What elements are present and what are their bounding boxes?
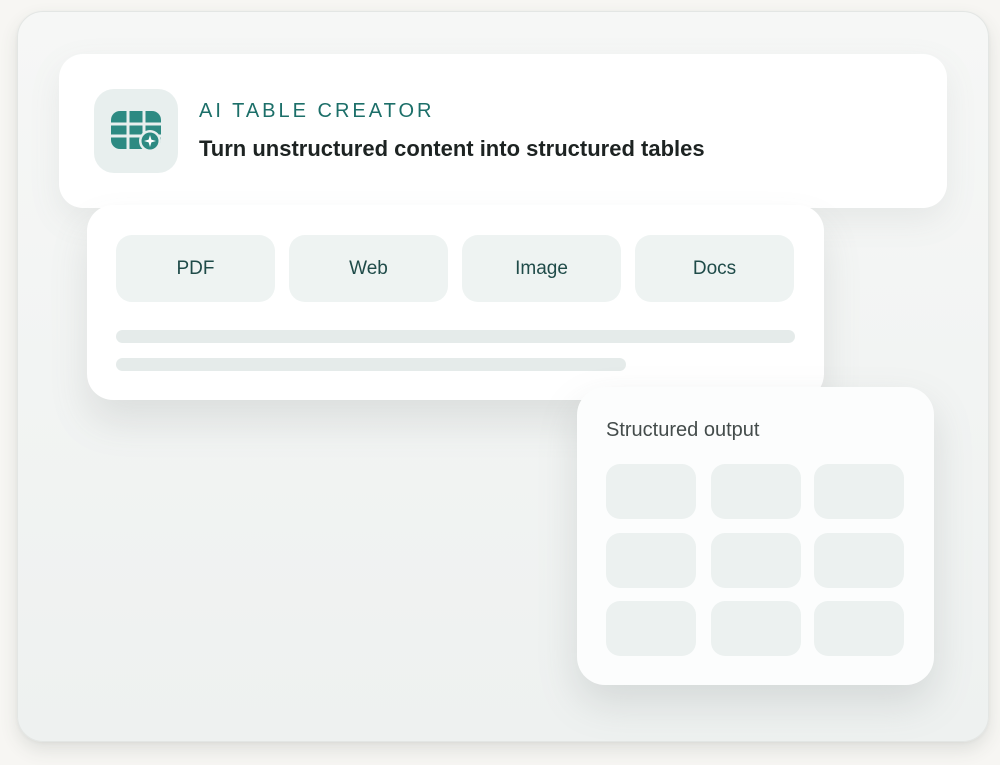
source-docs-button[interactable]: Docs: [635, 235, 794, 302]
output-table-cell: [606, 601, 696, 656]
source-pdf-button[interactable]: PDF: [116, 235, 275, 302]
content-placeholder-line: [116, 358, 626, 371]
output-table-cell: [606, 533, 696, 588]
source-card: PDF Web Image Docs: [87, 205, 824, 400]
output-table-cell: [814, 464, 904, 519]
structured-output-card: Structured output: [577, 387, 934, 685]
output-table-cell: [711, 464, 801, 519]
output-table-cell: [814, 533, 904, 588]
app-frame: AI TABLE CREATOR Turn unstructured conte…: [17, 11, 989, 742]
header-card: AI TABLE CREATOR Turn unstructured conte…: [59, 54, 947, 208]
app-icon-tile: [94, 89, 178, 173]
table-sparkle-icon: [111, 111, 161, 152]
output-table-cell: [814, 601, 904, 656]
output-title: Structured output: [606, 419, 760, 441]
output-table-cell: [606, 464, 696, 519]
source-web-button[interactable]: Web: [289, 235, 448, 302]
app-headline: Turn unstructured content into structure…: [199, 136, 705, 161]
content-placeholder-line: [116, 330, 795, 343]
app-kicker: AI TABLE CREATOR: [199, 100, 435, 122]
output-table-cell: [711, 533, 801, 588]
output-table-cell: [711, 601, 801, 656]
source-image-button[interactable]: Image: [462, 235, 621, 302]
